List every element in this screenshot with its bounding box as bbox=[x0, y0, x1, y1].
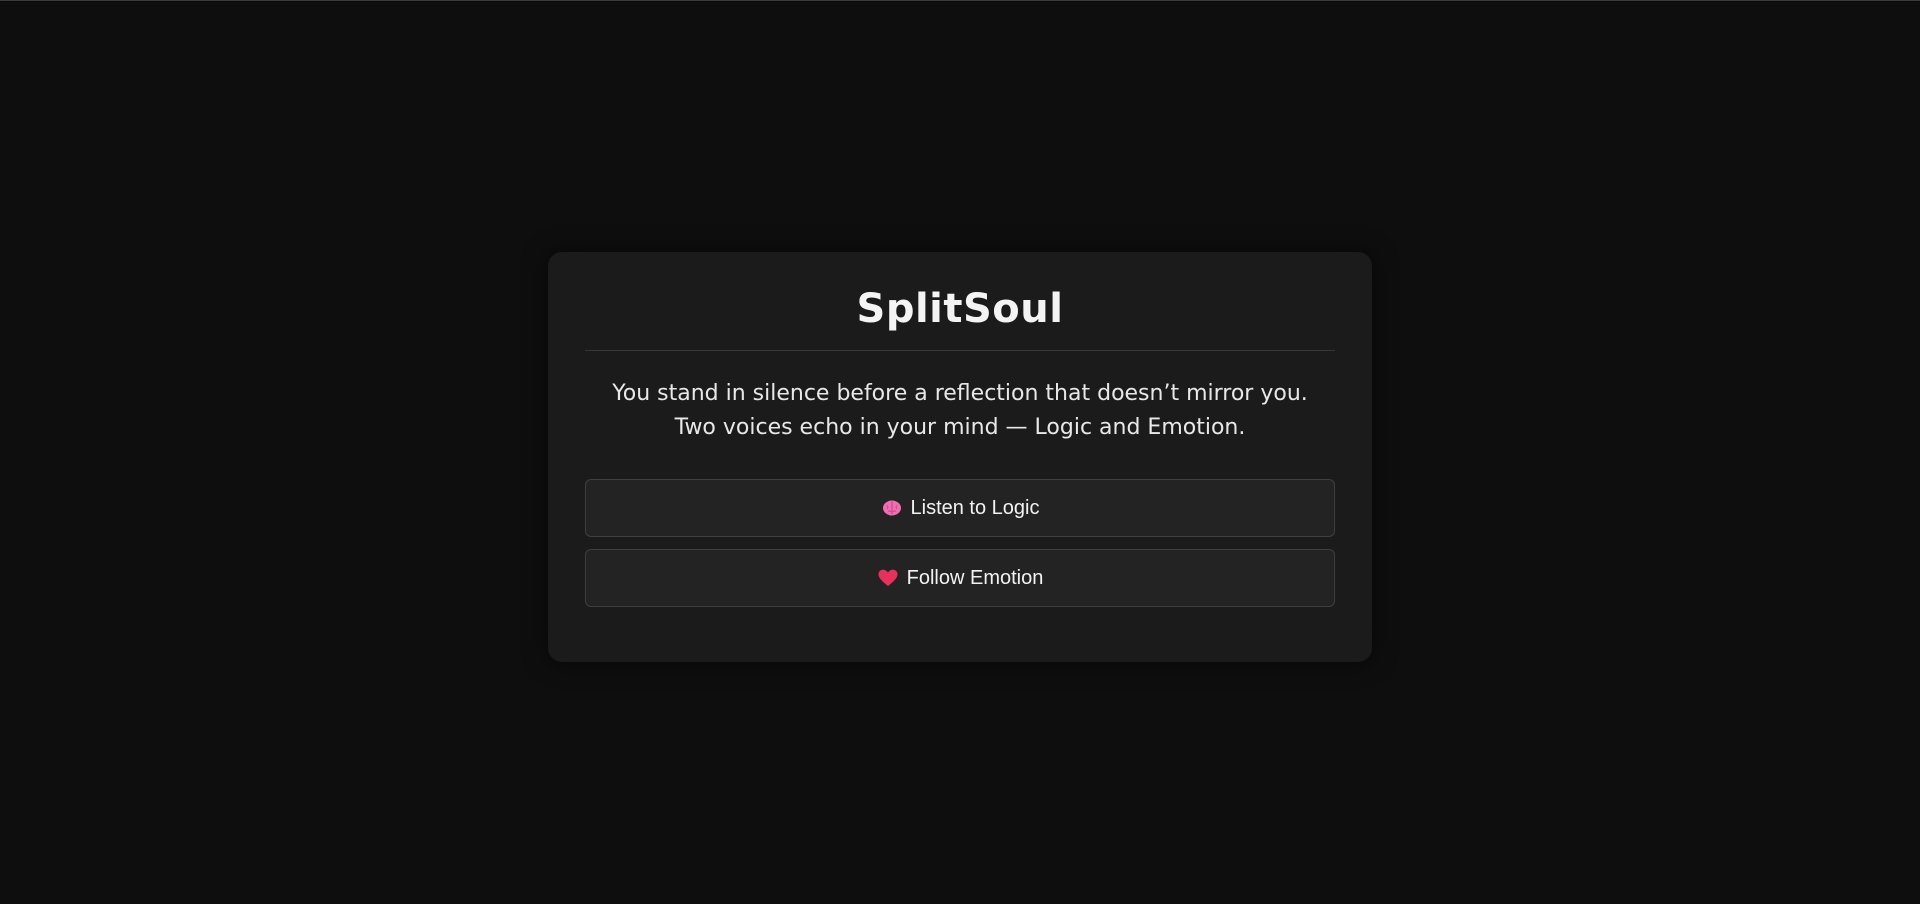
follow-emotion-button[interactable]: Follow Emotion bbox=[585, 549, 1335, 607]
story-line-2: Two voices echo in your mind — Logic and… bbox=[674, 415, 1246, 440]
story-line-1: You stand in silence before a reflection… bbox=[612, 381, 1308, 406]
story-text: You stand in silence before a reflection… bbox=[585, 377, 1335, 445]
listen-to-logic-button[interactable]: Listen to Logic bbox=[585, 479, 1335, 537]
listen-to-logic-label: Listen to Logic bbox=[910, 496, 1040, 519]
divider bbox=[585, 350, 1335, 351]
story-card: SplitSoul You stand in silence before a … bbox=[548, 252, 1372, 662]
choice-list: Listen to Logic Follow Emotion bbox=[585, 479, 1335, 607]
follow-emotion-label: Follow Emotion bbox=[906, 566, 1044, 589]
brain-icon bbox=[881, 497, 903, 519]
heart-icon bbox=[877, 567, 899, 589]
top-border bbox=[0, 0, 1920, 1]
page-title: SplitSoul bbox=[856, 286, 1064, 332]
